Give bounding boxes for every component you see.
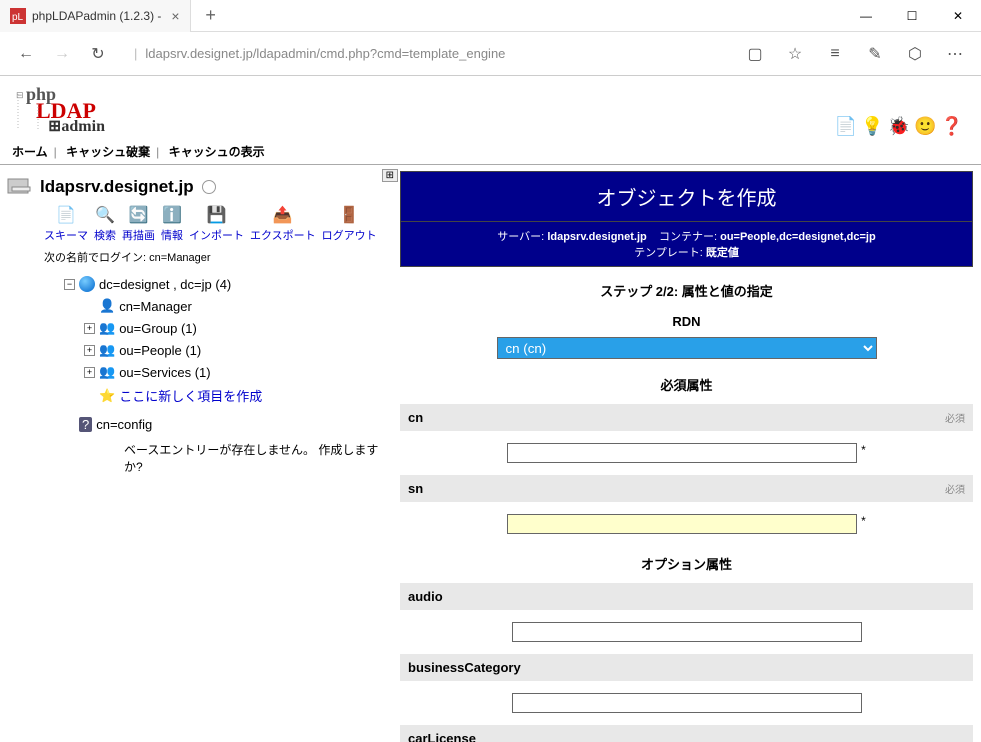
bug-icon[interactable]: 🐞 <box>888 116 910 137</box>
export-button[interactable]: 📤エクスポート <box>250 205 316 243</box>
businesscategory-input[interactable] <box>512 693 862 713</box>
sidebar: ⊞ ldapsrv.designet.jp 📄スキーマ 🔍検索 🔄再描画 ℹ️情… <box>0 167 400 742</box>
forward-button[interactable]: → <box>44 36 80 72</box>
menu-icon[interactable]: ⋯ <box>937 36 973 72</box>
back-button[interactable]: ← <box>8 36 44 72</box>
browser-tab[interactable]: pL phpLDAPadmin (1.2.3) - × <box>0 0 191 32</box>
expand-icon[interactable]: + <box>84 323 95 334</box>
svg-text:⊞admin: ⊞admin <box>48 118 105 132</box>
info-button[interactable]: ℹ️情報 <box>161 205 183 243</box>
expand-sidebar-button[interactable]: ⊞ <box>382 169 398 182</box>
schema-button[interactable]: 📄スキーマ <box>44 205 88 243</box>
import-button[interactable]: 💾インポート <box>189 205 244 243</box>
show-link[interactable]: キャッシュの表示 <box>169 145 265 159</box>
browser-navbar: ← → ↻ |ldapsrv.designet.jp/ldapadmin/cmd… <box>0 32 981 76</box>
refresh-button[interactable]: ↻ <box>80 36 116 72</box>
purge-link[interactable]: キャッシュ破棄 <box>66 145 150 159</box>
people-icon: 👥 <box>99 320 115 336</box>
page-content: ⊟ php LDAP ⊞admin 📄 💡 🐞 🙂 ❓ ホーム| キャッシュ破棄… <box>0 76 981 742</box>
server-icon <box>6 177 34 197</box>
tree-root[interactable]: − dc=designet , dc=jp (4) <box>64 273 394 295</box>
audio-input[interactable] <box>512 622 862 642</box>
share-icon[interactable]: ⬡ <box>897 36 933 72</box>
tree-create-new[interactable]: ⭐ ここに新しく項目を作成 <box>64 383 394 408</box>
expand-icon[interactable]: + <box>84 345 95 356</box>
refresh-button-sb[interactable]: 🔄再描画 <box>122 205 155 243</box>
ldap-tree: − dc=designet , dc=jp (4) 👤 cn=Manager +… <box>6 267 394 435</box>
rdn-select[interactable]: cn (cn) <box>497 337 877 359</box>
url-bar[interactable]: |ldapsrv.designet.jp/ldapadmin/cmd.php?c… <box>126 40 727 68</box>
tree-people[interactable]: + 👥 ou=People (1) <box>64 339 394 361</box>
notes-icon[interactable]: ✎ <box>857 36 893 72</box>
attr-sn-header: sn必須 <box>400 475 973 502</box>
favicon-icon: pL <box>10 8 26 24</box>
required-section-label: 必須属性 <box>400 363 973 400</box>
server-title: ldapsrv.designet.jp <box>6 173 394 201</box>
sn-input[interactable] <box>507 514 857 534</box>
page-subtitle: サーバー: ldapsrv.designet.jp コンテナー: ou=Peop… <box>400 222 973 267</box>
tab-title: phpLDAPadmin (1.2.3) - <box>32 9 161 23</box>
tree-services[interactable]: + 👥 ou=Services (1) <box>64 361 394 383</box>
home-link[interactable]: ホーム <box>12 145 48 159</box>
globe-icon <box>79 276 95 292</box>
hub-icon[interactable]: ≡ <box>817 36 853 72</box>
step-label: ステップ 2/2: 属性と値の指定 <box>400 267 973 310</box>
logout-button[interactable]: 🚪ログアウト <box>322 205 377 243</box>
tree-group[interactable]: + 👥 ou=Group (1) <box>64 317 394 339</box>
page-title: オブジェクトを作成 <box>400 171 973 222</box>
star-icon: ⭐ <box>99 388 115 404</box>
cn-input[interactable] <box>507 443 857 463</box>
maximize-button[interactable]: ☐ <box>889 0 935 32</box>
help-icon[interactable]: 📄 <box>835 116 857 137</box>
tree-config[interactable]: ? cn=config <box>64 414 394 435</box>
expand-icon[interactable]: + <box>84 367 95 378</box>
login-info: 次の名前でログイン: cn=Manager <box>6 247 394 267</box>
question-icon[interactable]: ❓ <box>941 116 963 137</box>
people-icon: 👥 <box>99 364 115 380</box>
smile-icon[interactable]: 🙂 <box>914 116 936 137</box>
nav-links: ホーム| キャッシュ破棄| キャッシュの表示 <box>0 139 981 165</box>
attr-carlicense-header: carLicense <box>400 725 973 742</box>
attr-cn-header: cn必須 <box>400 404 973 431</box>
minimize-button[interactable]: — <box>843 0 889 32</box>
favorite-icon[interactable]: ☆ <box>777 36 813 72</box>
bulb-icon[interactable]: 💡 <box>861 116 883 137</box>
tree-manager[interactable]: 👤 cn=Manager <box>64 295 394 317</box>
main-panel: オブジェクトを作成 サーバー: ldapsrv.designet.jp コンテナ… <box>400 167 981 742</box>
people-icon: 👥 <box>99 342 115 358</box>
optional-section-label: オプション属性 <box>400 542 973 579</box>
sidebar-toolbar: 📄スキーマ 🔍検索 🔄再描画 ℹ️情報 💾インポート 📤エクスポート 🚪ログアウ… <box>6 201 394 247</box>
collapse-icon[interactable]: − <box>64 279 75 290</box>
person-icon: 👤 <box>99 298 115 314</box>
clock-icon[interactable] <box>202 180 216 194</box>
svg-text:⊟: ⊟ <box>16 90 24 100</box>
top-icon-row: 📄 💡 🐞 🙂 ❓ <box>835 116 963 137</box>
attr-audio-header: audio <box>400 583 973 610</box>
svg-text:pL: pL <box>12 12 24 23</box>
question-icon: ? <box>79 417 92 432</box>
reading-icon[interactable]: ▢ <box>737 36 773 72</box>
search-button[interactable]: 🔍検索 <box>94 205 116 243</box>
app-logo: ⊟ php LDAP ⊞admin <box>0 76 981 139</box>
titlebar: pL phpLDAPadmin (1.2.3) - × + — ☐ ✕ <box>0 0 981 32</box>
attr-businesscat-header: businessCategory <box>400 654 973 681</box>
close-icon[interactable]: × <box>171 8 179 24</box>
window-controls: — ☐ ✕ <box>843 0 981 32</box>
close-button[interactable]: ✕ <box>935 0 981 32</box>
new-tab-button[interactable]: + <box>191 5 231 26</box>
rdn-label: RDN <box>400 310 973 333</box>
no-entry-prompt[interactable]: ベースエントリーが存在しません。 作成しますか? <box>6 435 394 475</box>
